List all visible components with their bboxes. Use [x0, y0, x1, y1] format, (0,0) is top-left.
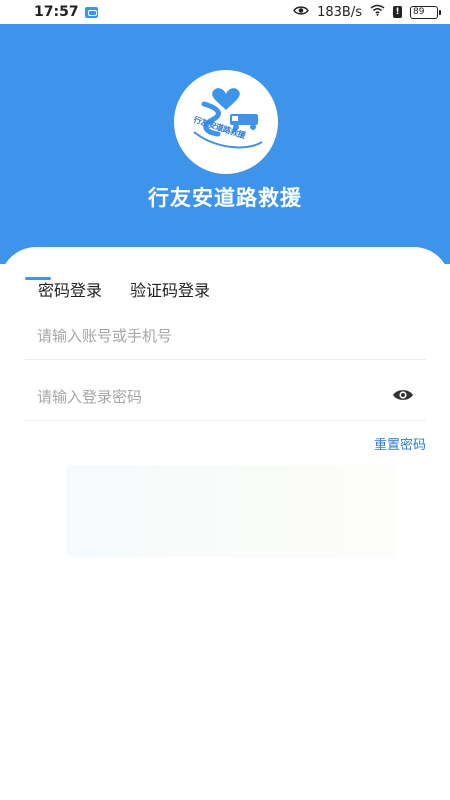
- reset-password-link[interactable]: 重置密码: [374, 434, 426, 453]
- logo-graphic: [193, 88, 263, 149]
- wifi-icon: [370, 4, 385, 20]
- password-field: [25, 371, 426, 421]
- active-tab-indicator: [25, 277, 51, 280]
- app-title: 行友安道路救援: [148, 186, 302, 210]
- login-card: 密码登录 验证码登录 重置密码: [0, 247, 450, 800]
- alert-icon: !: [393, 6, 402, 18]
- app-notification-icon: [84, 6, 98, 18]
- tab-code-login[interactable]: 验证码登录: [130, 277, 210, 301]
- account-field: [25, 310, 426, 360]
- app-logo: 行友安道路救援: [174, 70, 278, 174]
- login-tabs: 密码登录 验证码登录: [38, 277, 210, 301]
- status-right: 183B/s ! 89: [293, 4, 441, 20]
- login-screen: 17:57 183B/s ! 89 行友安道路救援 行友安道路救援 密码登录 验…: [0, 0, 450, 800]
- header-banner: 行友安道路救援 行友安道路救援: [0, 24, 450, 264]
- status-time: 17:57: [34, 4, 79, 20]
- battery-icon: 89: [410, 5, 441, 19]
- status-bar: 17:57 183B/s ! 89: [0, 0, 450, 24]
- status-left: 17:57: [34, 4, 98, 20]
- network-speed: 183B/s: [317, 4, 362, 20]
- faded-background-area: [66, 465, 396, 557]
- password-input[interactable]: [37, 385, 377, 409]
- eye-icon: [293, 5, 309, 20]
- show-password-eye-icon[interactable]: [392, 387, 414, 403]
- account-input[interactable]: [37, 324, 377, 348]
- tab-password-login[interactable]: 密码登录: [38, 277, 102, 301]
